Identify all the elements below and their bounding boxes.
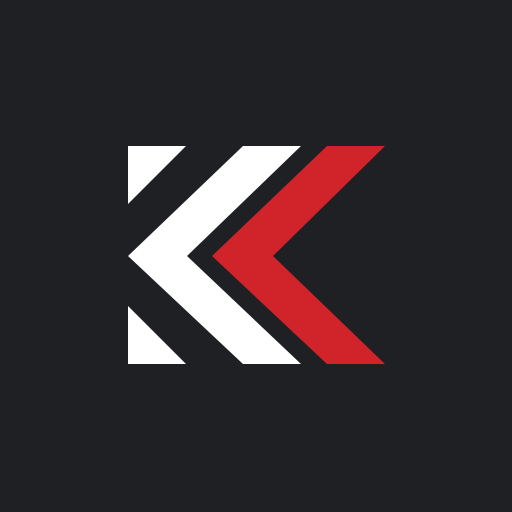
double-chevron-k-logo-icon <box>0 0 512 512</box>
app-icon-canvas <box>0 0 512 512</box>
